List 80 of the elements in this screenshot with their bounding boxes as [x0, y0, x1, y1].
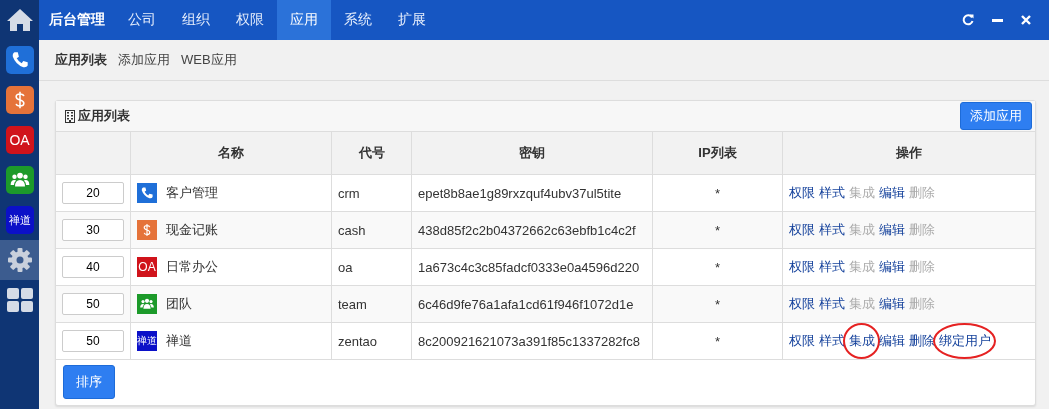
panel-title: 应用列表	[78, 107, 130, 125]
app-icon	[137, 294, 157, 314]
order-field[interactable]: 20	[62, 182, 124, 204]
app-icon	[137, 220, 157, 240]
action-link[interactable]: 样式	[819, 295, 845, 313]
nav-tab[interactable]: 公司	[115, 0, 169, 40]
app-code: zentao	[338, 333, 378, 349]
app-icon: 禅道	[5, 206, 34, 234]
app-icon: OA	[137, 257, 157, 277]
column-header: 操作	[782, 132, 1035, 175]
app-key: epet8b8ae1g89rxzquf4ubv37ul5tite	[418, 185, 622, 201]
app-icon: OA	[5, 126, 34, 154]
order-field[interactable]: 50	[62, 330, 124, 352]
nav-tab[interactable]: 系统	[331, 0, 385, 40]
grid-icon	[6, 288, 33, 312]
ip-list: *	[714, 333, 721, 349]
home-icon	[5, 8, 34, 32]
action-link[interactable]: 权限	[789, 332, 815, 350]
app-name: 日常办公	[166, 258, 218, 276]
nav-tab[interactable]: 组织	[169, 0, 223, 40]
action-link[interactable]: 删除	[909, 332, 935, 350]
app-icon	[5, 86, 34, 114]
column-header: 名称	[130, 132, 332, 175]
app-name: 禅道	[166, 332, 192, 350]
nav-tab[interactable]: 权限	[223, 0, 277, 40]
subnav-link[interactable]: 应用列表	[55, 51, 107, 69]
column-header: 密钥	[411, 132, 653, 175]
action-link[interactable]: 样式	[819, 221, 845, 239]
action-link[interactable]: 权限	[789, 258, 815, 276]
action-link[interactable]: 样式	[819, 184, 845, 202]
subnav-link[interactable]: WEB应用	[181, 51, 237, 69]
app-code: oa	[338, 259, 353, 275]
column-header: 代号	[331, 132, 412, 175]
app-code: team	[338, 296, 367, 312]
app-icon	[5, 46, 34, 74]
action-link[interactable]: 编辑	[879, 295, 905, 313]
building-icon	[65, 109, 75, 123]
app-key: 438d85f2c2b04372662c63ebfb1c4c2f	[418, 222, 636, 238]
action-link[interactable]: 编辑	[879, 332, 905, 350]
ip-list: *	[714, 185, 721, 201]
app-key: 8c200921621073a391f85c1337282fc8	[418, 333, 640, 349]
sidebar-item[interactable]: 禅道	[0, 200, 39, 240]
app-icon: 禅道	[137, 331, 157, 351]
app-code: crm	[338, 185, 360, 201]
sort-button[interactable]: 排序	[63, 365, 115, 399]
subnav-link[interactable]: 添加应用	[118, 51, 170, 69]
action-link[interactable]: 编辑	[879, 184, 905, 202]
ip-list: *	[714, 296, 721, 312]
nav-tab[interactable]: 应用	[277, 0, 331, 40]
order-field[interactable]: 40	[62, 256, 124, 278]
app-title: 后台管理	[48, 10, 106, 29]
column-header: IP列表	[652, 132, 783, 175]
app-code: cash	[338, 222, 366, 238]
app-key: 6c46d9fe76a1afa1cd61f946f1072d1e	[418, 296, 634, 312]
app-icon	[5, 166, 34, 194]
nav-tab[interactable]: 扩展	[385, 0, 439, 40]
action-link[interactable]: 编辑	[879, 221, 905, 239]
action-link[interactable]: 样式	[819, 258, 845, 276]
app-key: 1a673c4c3c85fadcf0333e0a4596d220	[418, 259, 640, 275]
close-icon[interactable]	[1021, 15, 1031, 25]
app-name: 现金记账	[166, 221, 218, 239]
sidebar-item[interactable]: OA	[0, 120, 39, 160]
refresh-icon[interactable]	[962, 14, 974, 26]
action-link[interactable]: 样式	[819, 332, 845, 350]
app-icon	[137, 183, 157, 203]
app-name: 团队	[166, 295, 192, 313]
app-name: 客户管理	[166, 184, 218, 202]
ip-list: *	[714, 259, 721, 275]
order-field[interactable]: 30	[62, 219, 124, 241]
action-link[interactable]: 编辑	[879, 258, 905, 276]
settings-icon	[6, 247, 33, 273]
order-field[interactable]: 50	[62, 293, 124, 315]
action-link[interactable]: 权限	[789, 295, 815, 313]
ip-list: *	[714, 222, 721, 238]
action-link[interactable]: 权限	[789, 221, 815, 239]
action-link[interactable]: 权限	[789, 184, 815, 202]
action-link[interactable]: 绑定用户	[939, 332, 991, 350]
add-app-button[interactable]: 添加应用	[960, 102, 1032, 130]
minimize-icon[interactable]	[992, 18, 1003, 22]
action-link[interactable]: 集成	[849, 332, 875, 350]
